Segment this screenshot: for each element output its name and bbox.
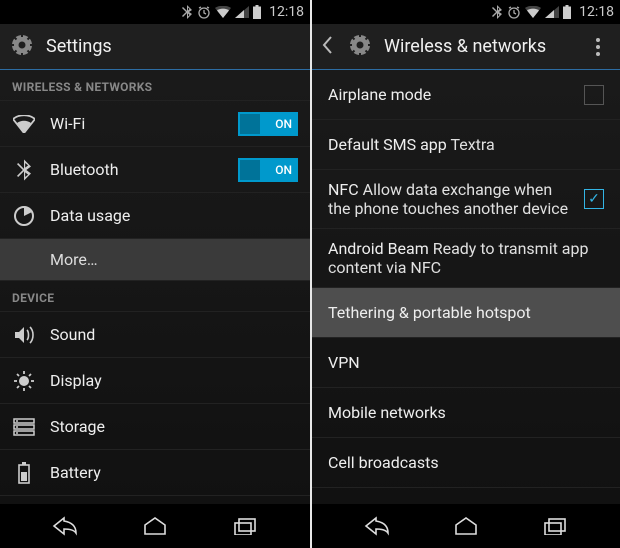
nav-bar (0, 504, 310, 548)
mobile-networks-label: Mobile networks (328, 403, 446, 422)
home-button[interactable] (436, 511, 496, 541)
nfc-sub: Allow data exchange when the phone touch… (328, 180, 568, 218)
sound-icon (12, 323, 36, 347)
back-chevron-icon[interactable] (322, 36, 336, 58)
status-bar: 12:18 (312, 0, 620, 24)
bluetooth-label: Bluetooth (50, 160, 224, 179)
wifi-icon (215, 6, 231, 18)
more-label: More… (50, 250, 298, 269)
battery-label: Battery (50, 463, 298, 482)
bluetooth-toggle[interactable]: ON (238, 158, 298, 182)
wifi-icon (525, 6, 541, 18)
wifi-label: Wi-Fi (50, 114, 224, 133)
display-label: Display (50, 371, 298, 390)
tethering-row[interactable]: Tethering & portable hotspot (312, 288, 620, 338)
android-beam-row[interactable]: Android Beam Ready to transmit app conte… (312, 229, 620, 288)
display-icon (12, 369, 36, 393)
vpn-row[interactable]: VPN (312, 338, 620, 388)
battery-icon (253, 5, 261, 19)
storage-icon (12, 415, 36, 439)
storage-label: Storage (50, 417, 298, 436)
airplane-mode-checkbox[interactable] (584, 85, 604, 105)
wifi-toggle[interactable]: ON (238, 112, 298, 136)
bluetooth-row[interactable]: Bluetooth ON (0, 147, 310, 193)
section-wireless: WIRELESS & NETWORKS (0, 70, 310, 101)
recents-button[interactable] (525, 511, 585, 541)
alarm-icon (507, 5, 521, 19)
data-usage-row[interactable]: Data usage (0, 193, 310, 239)
sound-label: Sound (50, 325, 298, 344)
wireless-networks-screen: 12:18 Wireless & networks Airplane mode … (310, 0, 620, 548)
display-row[interactable]: Display (0, 358, 310, 404)
wireless-list: Airplane mode Default SMS app Textra NFC… (312, 70, 620, 504)
sound-row[interactable]: Sound (0, 312, 310, 358)
battery-icon (12, 461, 36, 485)
overflow-menu-icon[interactable] (586, 35, 610, 59)
signal-icon (545, 6, 559, 18)
bluetooth-icon (181, 5, 193, 19)
apps-row[interactable]: Apps (0, 496, 310, 504)
app-bar: Settings (0, 24, 310, 70)
cell-broadcasts-label: Cell broadcasts (328, 453, 439, 472)
home-button[interactable] (125, 511, 185, 541)
status-bar: 12:18 (0, 0, 310, 24)
storage-row[interactable]: Storage (0, 404, 310, 450)
page-title: Settings (46, 36, 300, 57)
nav-bar (312, 504, 620, 548)
more-row[interactable]: More… (0, 239, 310, 281)
nfc-checkbox[interactable] (584, 189, 604, 209)
android-beam-label: Android Beam (328, 239, 429, 258)
wifi-row[interactable]: Wi-Fi ON (0, 101, 310, 147)
airplane-mode-row[interactable]: Airplane mode (312, 70, 620, 120)
clock: 12:18 (579, 4, 614, 20)
battery-icon (563, 5, 571, 19)
settings-list: WIRELESS & NETWORKS Wi-Fi ON Bluetooth O… (0, 70, 310, 504)
data-usage-label: Data usage (50, 206, 298, 225)
vpn-label: VPN (328, 353, 360, 372)
battery-row[interactable]: Battery (0, 450, 310, 496)
default-sms-row[interactable]: Default SMS app Textra (312, 120, 620, 170)
clock: 12:18 (269, 4, 304, 20)
recents-button[interactable] (215, 511, 275, 541)
back-button[interactable] (35, 511, 95, 541)
tethering-label: Tethering & portable hotspot (328, 303, 531, 322)
nfc-label: NFC (328, 180, 359, 199)
data-usage-icon (12, 204, 36, 228)
airplane-mode-label: Airplane mode (328, 85, 431, 104)
settings-gear-icon (10, 33, 34, 61)
nfc-row[interactable]: NFC Allow data exchange when the phone t… (312, 170, 620, 229)
settings-screen: 12:18 Settings WIRELESS & NETWORKS Wi-Fi… (0, 0, 310, 548)
signal-icon (235, 6, 249, 18)
alarm-icon (197, 5, 211, 19)
page-title: Wireless & networks (384, 36, 574, 57)
app-bar: Wireless & networks (312, 24, 620, 70)
mobile-networks-row[interactable]: Mobile networks (312, 388, 620, 438)
cell-broadcasts-row[interactable]: Cell broadcasts (312, 438, 620, 488)
bluetooth-icon (491, 5, 503, 19)
back-button[interactable] (347, 511, 407, 541)
section-device: DEVICE (0, 281, 310, 312)
default-sms-label: Default SMS app (328, 135, 447, 154)
settings-gear-icon (348, 33, 372, 61)
default-sms-value: Textra (450, 135, 494, 154)
wifi-icon (12, 112, 36, 136)
bluetooth-icon (12, 158, 36, 182)
